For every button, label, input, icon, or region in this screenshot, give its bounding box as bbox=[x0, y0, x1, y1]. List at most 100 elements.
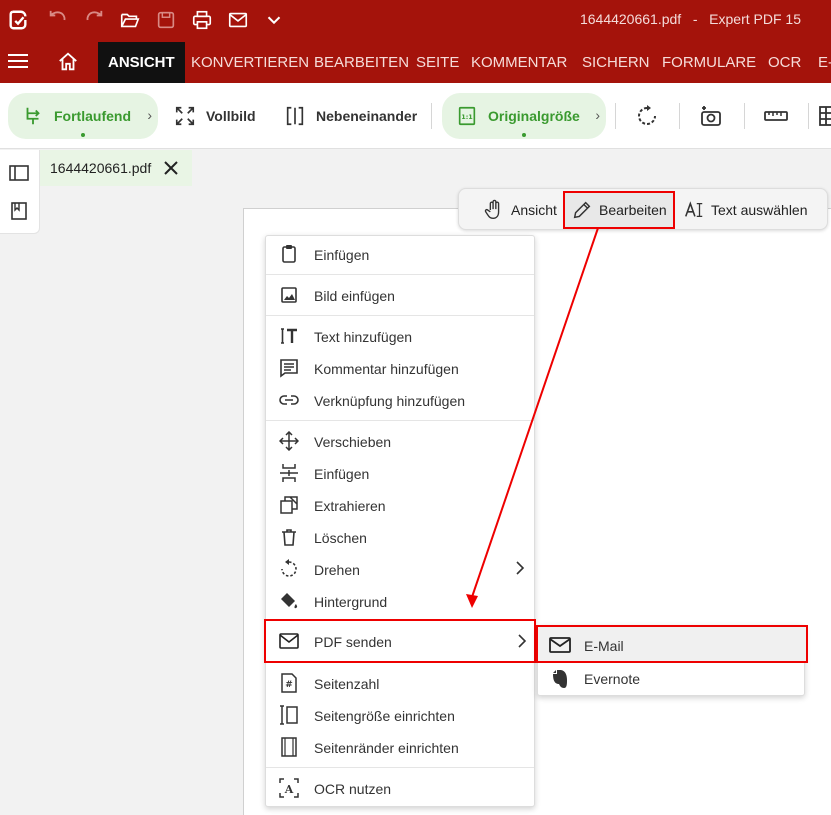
home-icon[interactable] bbox=[57, 51, 79, 73]
page-size-icon bbox=[279, 705, 299, 725]
ribbon-divider bbox=[615, 103, 616, 129]
undo-icon[interactable] bbox=[46, 8, 70, 32]
print-icon[interactable] bbox=[190, 8, 214, 32]
link-icon bbox=[279, 390, 299, 410]
sidebar-toggle-icon[interactable] bbox=[9, 163, 29, 183]
active-dot bbox=[522, 133, 526, 137]
menu-item-send-pdf[interactable]: PDF senden bbox=[264, 619, 536, 663]
original-size-button[interactable]: 1:1 Originalgröße › bbox=[442, 93, 606, 139]
menu-item-delete[interactable]: Löschen bbox=[266, 522, 534, 552]
fullscreen-button[interactable]: Vollbild bbox=[174, 93, 256, 139]
grid-icon[interactable] bbox=[818, 104, 831, 128]
continuous-icon bbox=[26, 107, 40, 125]
submenu-item-label: Evernote bbox=[584, 671, 641, 687]
original-size-icon: 1:1 bbox=[458, 106, 476, 126]
original-size-chevron-icon[interactable]: › bbox=[595, 107, 600, 123]
email-icon[interactable] bbox=[226, 8, 250, 32]
fullscreen-label: Vollbild bbox=[206, 108, 256, 124]
document-tab[interactable]: 1644420661.pdf bbox=[40, 150, 192, 186]
tab-ansicht[interactable]: ANSICHT bbox=[98, 42, 185, 83]
menu-item-label: Verschieben bbox=[314, 434, 392, 450]
menu-item-label: Löschen bbox=[314, 530, 367, 546]
mode-toolbar: Ansicht Bearbeiten Text auswählen bbox=[458, 188, 828, 230]
rotate-icon[interactable] bbox=[635, 104, 659, 128]
menu-item-background[interactable]: Hintergrund bbox=[266, 586, 534, 616]
side-by-side-icon bbox=[286, 106, 304, 126]
edit-mode-label: Bearbeiten bbox=[599, 202, 667, 218]
menu-bar: ANSICHT KONVERTIEREN BEARBEITEN SEITE KO… bbox=[0, 40, 831, 83]
menu-item-page-size[interactable]: Seitengröße einrichten bbox=[266, 700, 534, 730]
clipboard-icon bbox=[279, 244, 299, 264]
menu-item-page-number[interactable]: # Seitenzahl bbox=[266, 668, 534, 698]
menu-item-paste[interactable]: Einfügen bbox=[266, 239, 534, 269]
menu-item-add-comment[interactable]: Kommentar hinzufügen bbox=[266, 353, 534, 383]
continuous-chevron-icon[interactable]: › bbox=[147, 107, 152, 123]
hand-icon bbox=[484, 199, 500, 219]
tab-kommentar[interactable]: KOMMENTAR bbox=[471, 42, 567, 83]
redo-icon[interactable] bbox=[82, 8, 106, 32]
menu-item-insert-image[interactable]: Bild einfügen bbox=[266, 280, 534, 310]
continuous-label: Fortlaufend bbox=[54, 108, 131, 124]
context-menu: Einfügen Bild einfügen Text hinzufügen K… bbox=[264, 235, 536, 807]
side-by-side-button[interactable]: Nebeneinander bbox=[284, 93, 417, 139]
tab-ocr[interactable]: OCR bbox=[768, 42, 801, 83]
submenu-arrow-icon bbox=[518, 634, 527, 648]
menu-item-add-link[interactable]: Verknüpfung hinzufügen bbox=[266, 385, 534, 415]
move-icon bbox=[279, 431, 299, 451]
original-size-label: Originalgröße bbox=[488, 108, 580, 124]
tab-bearbeiten[interactable]: BEARBEITEN bbox=[314, 42, 409, 83]
chevron-down-icon[interactable] bbox=[262, 8, 286, 32]
select-text-label: Text auswählen bbox=[711, 202, 808, 218]
menu-item-label: Seitengröße einrichten bbox=[314, 708, 455, 724]
menu-item-extract[interactable]: Extrahieren bbox=[266, 490, 534, 520]
bookmark-icon[interactable] bbox=[9, 201, 29, 221]
hamburger-menu-icon[interactable] bbox=[8, 52, 28, 70]
side-by-side-label: Nebeneinander bbox=[316, 108, 418, 124]
continuous-button[interactable]: Fortlaufend › bbox=[8, 93, 158, 139]
send-pdf-submenu: E-Mail Evernote bbox=[536, 625, 808, 696]
left-side-panel bbox=[0, 150, 40, 234]
menu-item-add-text[interactable]: Text hinzufügen bbox=[266, 321, 534, 351]
menu-item-page-margins[interactable]: Seitenränder einrichten bbox=[266, 732, 534, 762]
tab-e-mail-truncated[interactable]: E- bbox=[818, 42, 831, 83]
comment-icon bbox=[279, 358, 299, 378]
image-icon bbox=[279, 285, 299, 305]
snapshot-camera-icon[interactable] bbox=[699, 104, 723, 128]
menu-divider bbox=[266, 420, 534, 421]
menu-item-move[interactable]: Verschieben bbox=[266, 426, 534, 456]
view-mode-button[interactable]: Ansicht bbox=[477, 193, 563, 227]
extract-icon bbox=[279, 495, 299, 515]
edit-mode-button[interactable]: Bearbeiten bbox=[563, 191, 675, 229]
open-folder-icon[interactable] bbox=[118, 8, 142, 32]
active-dot bbox=[81, 133, 85, 137]
page-margins-icon bbox=[279, 737, 299, 757]
text-select-icon bbox=[685, 201, 703, 218]
fullscreen-icon bbox=[175, 106, 195, 126]
ribbon-divider bbox=[431, 103, 432, 129]
submenu-item-evernote[interactable]: Evernote bbox=[538, 662, 804, 694]
pencil-icon bbox=[573, 201, 591, 219]
svg-text:A: A bbox=[284, 783, 294, 796]
menu-item-label: Text hinzufügen bbox=[314, 329, 413, 345]
tab-sichern[interactable]: SICHERN bbox=[582, 42, 650, 83]
rotate-icon bbox=[279, 559, 299, 579]
menu-item-label: Seitenränder einrichten bbox=[314, 740, 459, 756]
ruler-icon[interactable] bbox=[764, 104, 788, 128]
tab-formulare[interactable]: FORMULARE bbox=[662, 42, 756, 83]
menu-item-ocr[interactable]: A OCR nutzen bbox=[266, 773, 534, 803]
svg-text:1:1: 1:1 bbox=[461, 113, 473, 121]
menu-item-rotate[interactable]: Drehen bbox=[266, 554, 534, 584]
menu-item-label: Verknüpfung hinzufügen bbox=[314, 393, 466, 409]
tab-konvertieren[interactable]: KONVERTIEREN bbox=[191, 42, 309, 83]
window-title: 1644420661.pdf - Expert PDF 15 bbox=[579, 11, 801, 27]
menu-item-label: Einfügen bbox=[314, 247, 370, 263]
evernote-icon bbox=[553, 670, 567, 688]
ribbon-divider bbox=[679, 103, 680, 129]
tab-seite[interactable]: SEITE bbox=[416, 42, 459, 83]
ribbon-divider bbox=[744, 103, 745, 129]
menu-item-insert-page[interactable]: Einfügen bbox=[266, 458, 534, 488]
submenu-item-email[interactable]: E-Mail bbox=[536, 625, 808, 663]
select-text-button[interactable]: Text auswählen bbox=[677, 193, 814, 227]
save-icon[interactable] bbox=[154, 8, 178, 32]
close-icon[interactable] bbox=[162, 159, 180, 177]
